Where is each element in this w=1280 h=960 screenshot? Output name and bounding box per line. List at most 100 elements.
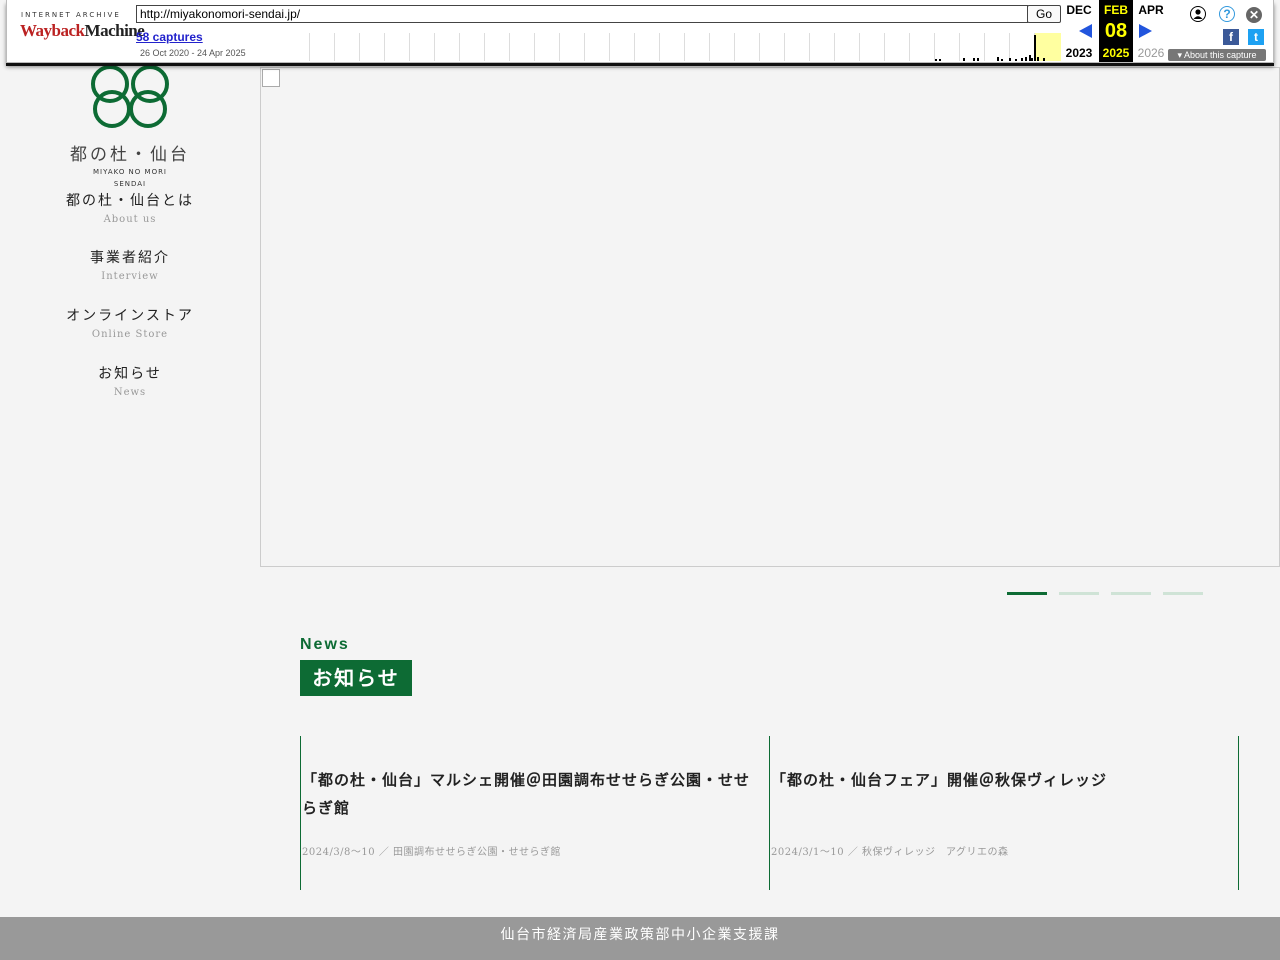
about-capture-button[interactable]: ▾ About this capture [1168, 49, 1266, 61]
wayback-logo[interactable]: WaybackMachine [20, 21, 145, 41]
sparkline-year-divider [859, 33, 860, 61]
slider-dot[interactable] [1111, 592, 1151, 595]
sparkline-year-divider [384, 33, 385, 61]
sparkline-capture-bar [977, 58, 979, 61]
nav-label-jp: 事業者紹介 [90, 250, 170, 266]
prev-capture-arrow-icon[interactable] [1079, 24, 1092, 38]
internet-archive-label: INTERNET ARCHIVE [21, 11, 121, 19]
hero-slider[interactable] [260, 67, 1280, 567]
nav-label-en: News [113, 387, 147, 398]
nav-item-news[interactable]: お知らせ News [0, 363, 260, 398]
sparkline-year-divider [534, 33, 535, 61]
sparkline-capture-bar [939, 59, 941, 61]
sparkline-year-divider [709, 33, 710, 61]
sparkline-year-divider [884, 33, 885, 61]
logo-icon[interactable] [88, 64, 172, 130]
sparkline-capture-bar [1001, 59, 1003, 61]
sparkline-year-divider [909, 33, 910, 61]
facebook-icon[interactable]: f [1223, 29, 1239, 45]
sparkline-year-divider [734, 33, 735, 61]
sparkline-year-divider [459, 33, 460, 61]
news-heading-jp: お知らせ [300, 660, 412, 696]
sparkline-year-divider [684, 33, 685, 61]
wayback-url-input[interactable]: http://miyakonomori-sendai.jp/ [136, 5, 1028, 23]
sparkline-capture-bar [1009, 58, 1011, 61]
nav-label-en: Interview [101, 271, 159, 282]
sparkline-capture-bar [973, 58, 975, 61]
nav-item-interview[interactable]: 事業者紹介 Interview [0, 247, 260, 282]
news-heading-en: News [300, 636, 350, 653]
current-month: FEB [1104, 3, 1128, 17]
next-month-link[interactable]: APR [1134, 3, 1168, 17]
wayback-logo-word: Wayback [20, 21, 85, 40]
nav-item-online-store[interactable]: オンラインストア Online Store [0, 305, 260, 340]
close-icon[interactable]: ✕ [1246, 7, 1262, 23]
news-title[interactable]: 「都の杜・仙台フェア」開催＠秋保ヴィレッジ [771, 766, 1231, 794]
news-divider [1238, 736, 1239, 890]
sparkline-year-divider [309, 33, 310, 61]
prev-month-link[interactable]: DEC [1062, 3, 1096, 17]
sparkline-capture-bar [1037, 57, 1039, 61]
next-capture-arrow-icon[interactable] [1139, 24, 1152, 38]
next-year: 2026 [1137, 46, 1165, 60]
broken-image-icon [262, 69, 280, 87]
sparkline-year-divider [634, 33, 635, 61]
news-card[interactable]: 「都の杜・仙台フェア」開催＠秋保ヴィレッジ 2024/3/1～10 ／ 秋保ヴィ… [769, 736, 1238, 890]
sparkline-year-divider [809, 33, 810, 61]
capture-sparkline[interactable] [309, 33, 1061, 61]
sparkline-capture-bar [1043, 58, 1045, 61]
current-year: 2025 [1102, 46, 1130, 60]
sparkline-capture-bar [997, 57, 999, 61]
sparkline-year-divider [484, 33, 485, 61]
news-meta: 2024/3/1～10 ／ 秋保ヴィレッジ アグリエの森 [771, 847, 1009, 858]
sparkline-year-divider [759, 33, 760, 61]
sparkline-capture-bar [1025, 57, 1027, 61]
user-icon[interactable] [1190, 6, 1206, 22]
captures-link[interactable]: 58 captures [136, 30, 203, 44]
capture-range: 26 Oct 2020 - 24 Apr 2025 [140, 48, 246, 58]
slider-dot[interactable] [1007, 592, 1047, 595]
sparkline-year-divider [334, 33, 335, 61]
sparkline-capture-bar [1021, 58, 1023, 61]
nav-label-jp: 都の杜・仙台とは [66, 193, 194, 209]
sidebar: 都の杜・仙台 MIYAKO NO MORI SENDAI 都の杜・仙台とは Ab… [0, 64, 260, 914]
help-icon[interactable]: ? [1219, 6, 1235, 22]
about-capture-label: About this capture [1183, 50, 1257, 60]
nav-label-en: Online Store [91, 329, 169, 340]
sparkline-year-divider [409, 33, 410, 61]
news-meta: 2024/3/8～10 ／ 田園調布せせらぎ公園・せせらぎ館 [302, 847, 561, 858]
sparkline-year-divider [584, 33, 585, 61]
sparkline-year-divider [609, 33, 610, 61]
logo-subtitle-line2: SENDAI [113, 180, 147, 188]
logo-title: 都の杜・仙台 [70, 145, 190, 165]
sparkline-year-divider [359, 33, 360, 61]
sparkline-year-divider [984, 33, 985, 61]
sparkline-capture-bar [963, 58, 965, 61]
sparkline-year-divider [559, 33, 560, 61]
footer-text: 仙台市経済局産業政策部中小企業支援課 [500, 927, 780, 943]
sparkline-year-divider [934, 33, 935, 61]
current-day: 08 [1104, 20, 1128, 42]
nav-label-jp: お知らせ [98, 366, 162, 382]
sparkline-year-divider [1009, 33, 1010, 61]
sparkline-capture-bar [1031, 58, 1033, 61]
sparkline-year-divider [834, 33, 835, 61]
sparkline-capture-bar [935, 59, 937, 61]
sparkline-year-divider [434, 33, 435, 61]
sparkline-year-divider [784, 33, 785, 61]
slider-dot[interactable] [1059, 592, 1099, 595]
sparkline-year-divider [509, 33, 510, 61]
news-title[interactable]: 「都の杜・仙台」マルシェ開催＠田園調布せせらぎ公園・せせらぎ館 [302, 766, 762, 822]
wayback-toolbar: INTERNET ARCHIVE WaybackMachine http://m… [6, 0, 1274, 63]
footer: 仙台市経済局産業政策部中小企業支援課 [0, 917, 1280, 960]
sparkline-capture-bar [1015, 59, 1017, 61]
twitter-icon[interactable]: t [1248, 29, 1264, 45]
nav-label-jp: オンラインストア [66, 308, 194, 324]
slider-dot[interactable] [1163, 592, 1203, 595]
logo-subtitle-line1: MIYAKO NO MORI [92, 168, 168, 176]
go-button[interactable]: Go [1027, 5, 1061, 23]
nav-item-about[interactable]: 都の杜・仙台とは About us [0, 190, 260, 225]
prev-year: 2023 [1065, 46, 1093, 60]
news-card[interactable]: 「都の杜・仙台」マルシェ開催＠田園調布せせらぎ公園・せせらぎ館 2024/3/8… [300, 736, 769, 890]
sparkline-year-divider [959, 33, 960, 61]
